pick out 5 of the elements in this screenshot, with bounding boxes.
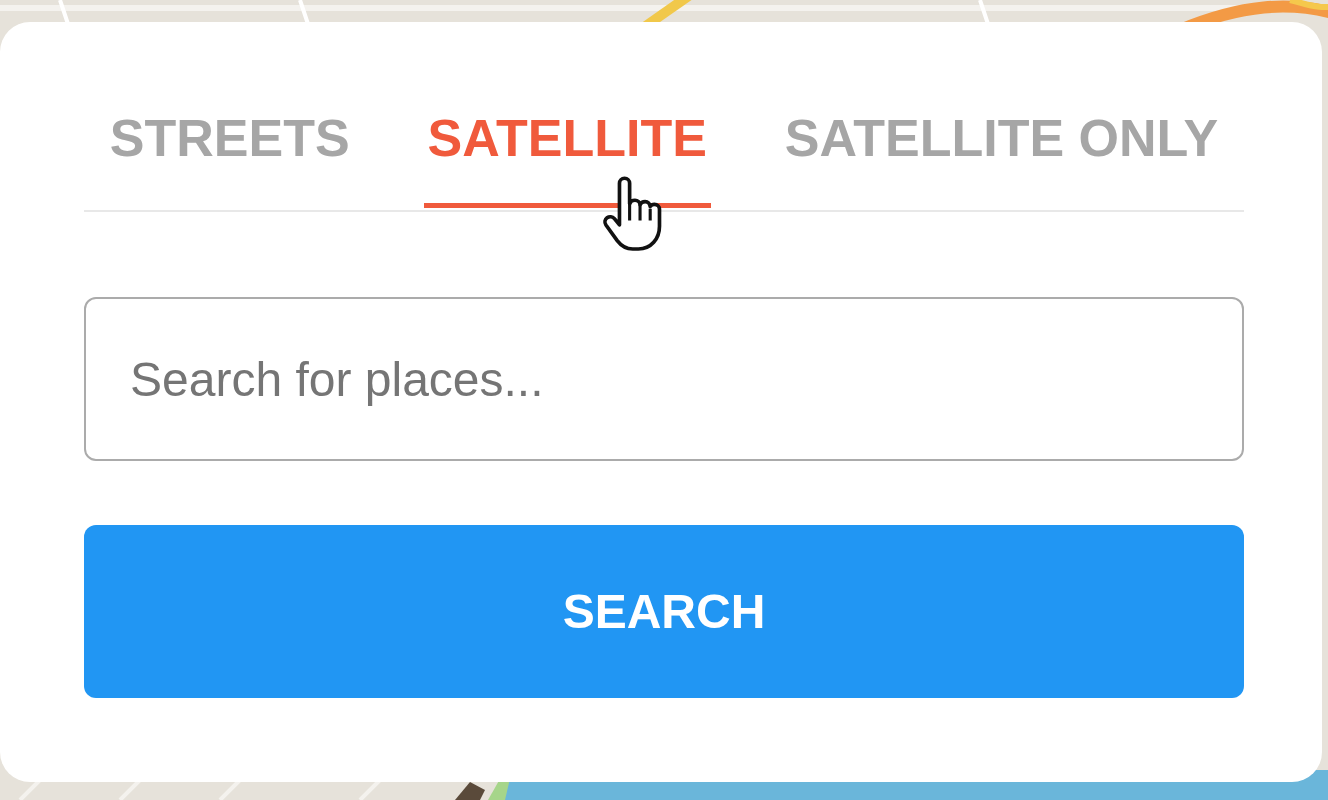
map-type-tab[interactable]: SATELLITE ONLY	[780, 112, 1223, 208]
hand-cursor-icon	[602, 176, 664, 254]
search-field[interactable]: Search for places...	[84, 297, 1244, 461]
search-button[interactable]: SEARCH	[84, 525, 1244, 698]
map-type-tab[interactable]: STREETS	[105, 112, 354, 208]
